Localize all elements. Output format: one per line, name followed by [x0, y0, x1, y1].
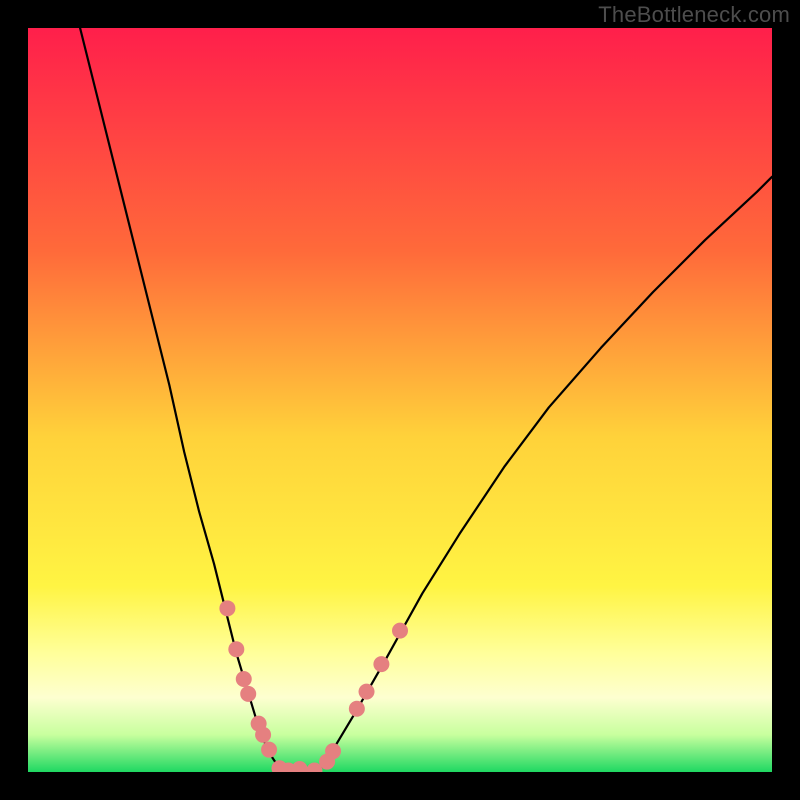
data-marker — [261, 742, 277, 758]
chart-svg — [28, 28, 772, 772]
data-marker — [240, 686, 256, 702]
gradient-background — [28, 28, 772, 772]
data-marker — [255, 727, 271, 743]
data-marker — [373, 656, 389, 672]
data-marker — [236, 671, 252, 687]
data-marker — [325, 743, 341, 759]
data-marker — [228, 641, 244, 657]
plot-area — [28, 28, 772, 772]
data-marker — [349, 701, 365, 717]
data-marker — [359, 684, 375, 700]
watermark-text: TheBottleneck.com — [598, 2, 790, 28]
data-marker — [392, 623, 408, 639]
chart-frame: TheBottleneck.com — [0, 0, 800, 800]
data-marker — [219, 600, 235, 616]
